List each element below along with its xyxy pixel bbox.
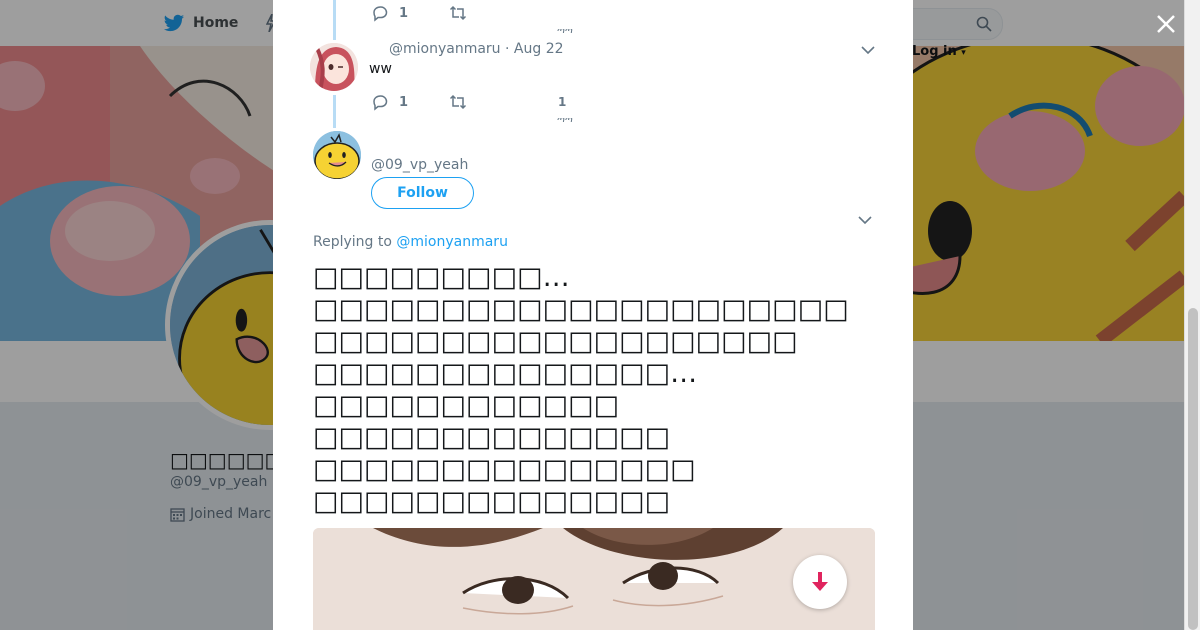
retweet-button[interactable] (449, 4, 467, 22)
scrollbar-thumb[interactable] (1188, 308, 1198, 630)
like-count[interactable]: 1 (558, 95, 566, 109)
tweet-text-line: □□□□□□□□□□□□□□□□□□□□□ (313, 294, 849, 325)
tweet-handle[interactable]: @09_vp_yeah (371, 157, 468, 173)
tweet-text-line: □□□□□□□□□… (313, 262, 570, 293)
page-scrollbar[interactable] (1184, 0, 1200, 630)
header-separator: · (505, 41, 510, 57)
reply-button[interactable]: 1 (371, 4, 408, 22)
close-icon[interactable] (1155, 13, 1177, 35)
download-icon (812, 572, 828, 591)
tweet-text-line: □□□□□□□□□□□□□□ (313, 486, 671, 517)
download-button[interactable] (793, 555, 847, 609)
reply-count: 1 (399, 5, 409, 21)
tweet-header: @mionyanmaru · Aug 22 (389, 41, 564, 57)
retweet-icon (449, 94, 467, 110)
tweet-text-line: □□□□□□□□□□□□□□ (313, 422, 671, 453)
tweet-text-line: □□□□□□□□□□□□□□□ (313, 454, 696, 485)
tweet-text-line: □□□□□□□□□□□□□□… (313, 358, 698, 389)
avatar[interactable] (313, 131, 361, 179)
tweet-permalink-modal: 1 ጣጣ @mionyanmaru · Aug 22 ww 1 (273, 0, 913, 630)
avatar[interactable] (310, 43, 358, 91)
tweet-text-line: □□□□□□□□□□□□□□□□□□□ (313, 326, 798, 357)
reply-button[interactable]: 1 (371, 93, 408, 111)
thread-line (333, 95, 336, 128)
tweet-text-line: □□□□□□□□□□□□ (313, 390, 620, 421)
replying-to: Replying to @mionyanmaru (313, 234, 508, 250)
tweet-date[interactable]: Aug 22 (514, 41, 564, 57)
retweet-button[interactable] (449, 93, 467, 111)
truncated-glyph: ጣጣ (557, 118, 573, 122)
reply-icon (373, 6, 388, 22)
reply-count: 1 (399, 94, 409, 110)
reply-icon (373, 95, 388, 111)
thread-line (333, 0, 336, 40)
truncated-glyph: ጣጣ (557, 29, 573, 33)
tweet-text: ww (369, 61, 392, 77)
chevron-down-icon[interactable] (858, 215, 872, 225)
follow-button[interactable]: Follow (371, 177, 474, 209)
retweet-icon (449, 5, 467, 21)
replying-to-label: Replying to (313, 234, 392, 250)
tweet-handle[interactable]: @mionyanmaru (389, 41, 501, 57)
tweet-text: □□□□□□□□□… □□□□□□□□□□□□□□□□□□□□□ □□□□□□□… (313, 262, 873, 518)
chevron-down-icon[interactable] (861, 45, 875, 55)
tweet-photo[interactable] (313, 528, 875, 630)
replying-to-handle[interactable]: @mionyanmaru (396, 234, 508, 250)
